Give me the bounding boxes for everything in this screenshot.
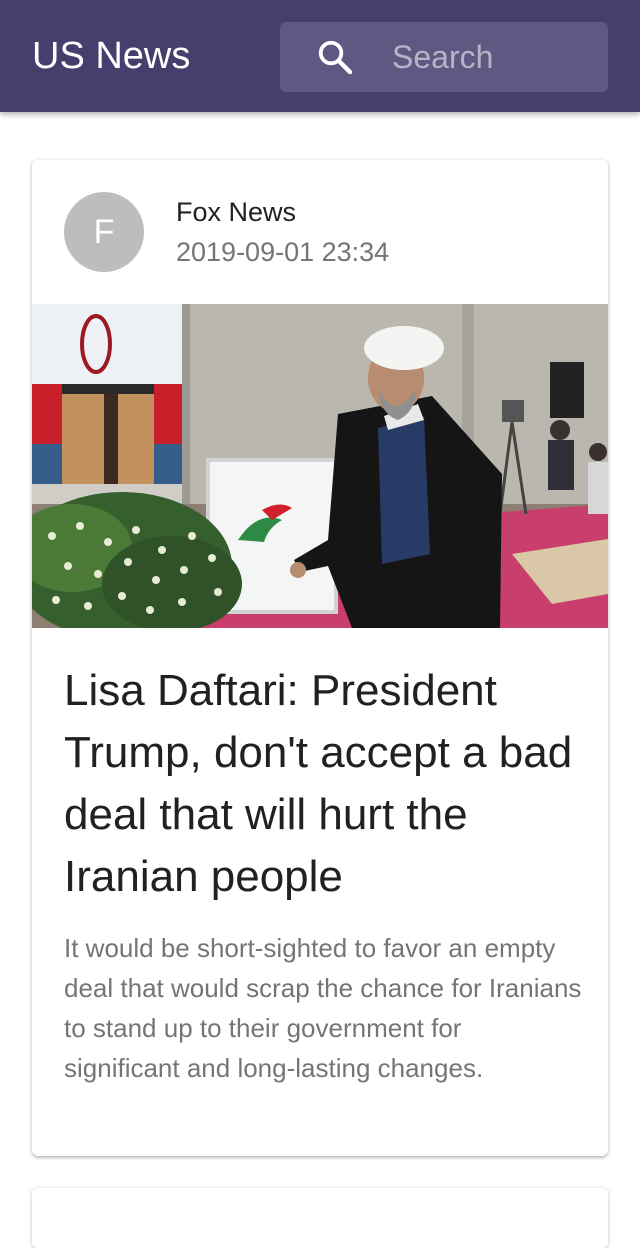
news-card[interactable] — [32, 1188, 608, 1248]
article-summary: It would be short-sighted to favor an em… — [64, 933, 582, 1083]
app-bar: US News — [0, 0, 640, 112]
article-title[interactable]: Lisa Daftari: President Trump, don't acc… — [64, 660, 584, 908]
search-input[interactable] — [392, 36, 592, 78]
app-title: US News — [32, 35, 191, 77]
post-date: 2019-09-01 23:34 — [176, 237, 390, 267]
search-icon[interactable] — [316, 38, 354, 76]
source-name: Fox News — [176, 197, 297, 227]
news-card[interactable]: F Fox News 2019-09-01 23:34 Lisa Daftari… — [32, 160, 608, 1156]
article-image[interactable] — [32, 304, 608, 628]
avatar: F — [64, 192, 144, 272]
search-box[interactable] — [280, 22, 608, 92]
